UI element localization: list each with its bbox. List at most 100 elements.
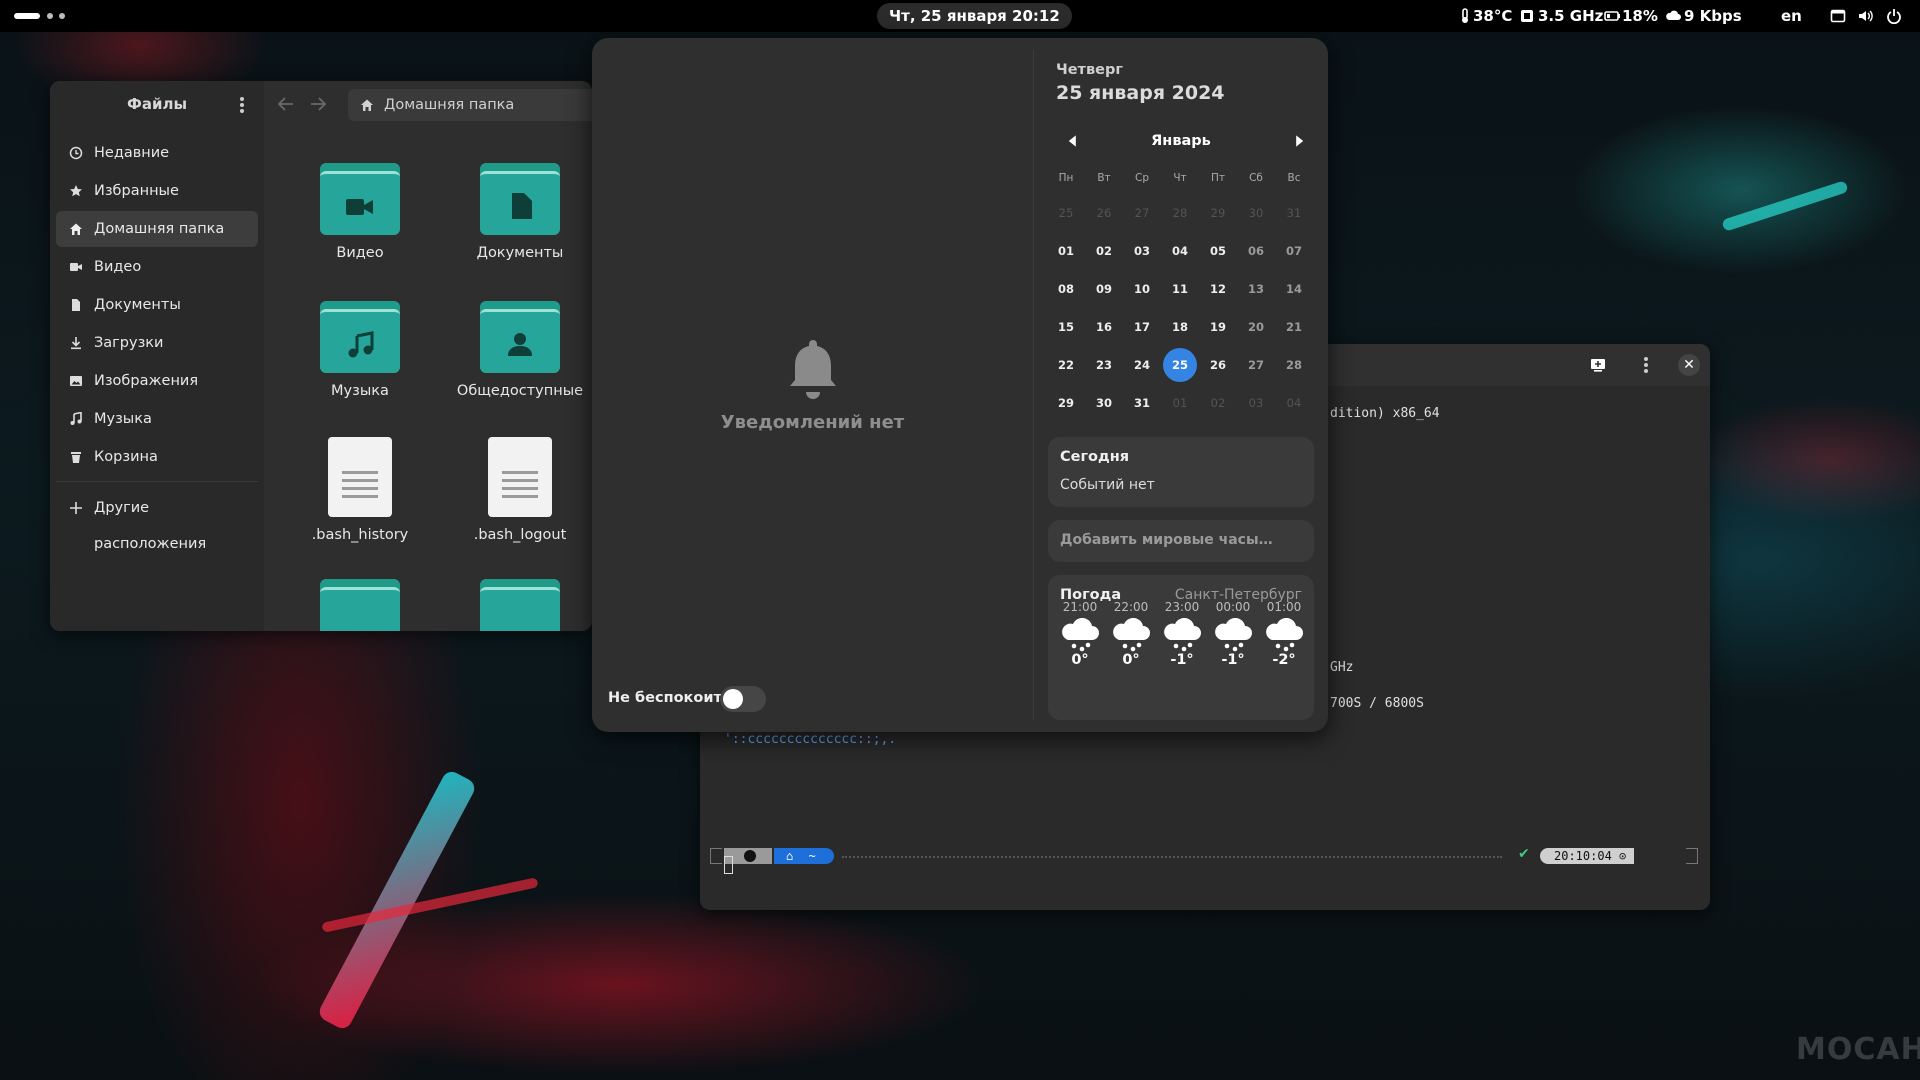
world-clocks-button[interactable]: Добавить мировые часы… — [1048, 520, 1314, 562]
file-item[interactable]: .bash_history — [290, 437, 430, 543]
calendar-day[interactable]: 22 — [1049, 348, 1083, 382]
calendar-day[interactable]: 29 — [1049, 386, 1083, 420]
calendar-day[interactable]: 14 — [1277, 272, 1311, 306]
volume-icon[interactable] — [1857, 8, 1873, 24]
calendar-day[interactable]: 30 — [1239, 196, 1273, 230]
back-icon[interactable] — [278, 97, 294, 111]
workspace-indicator-active[interactable] — [14, 13, 40, 19]
calendar-day[interactable]: 19 — [1201, 310, 1235, 344]
sidebar-item-home[interactable]: Домашняя папка — [56, 211, 258, 247]
calendar-day[interactable]: 28 — [1163, 196, 1197, 230]
calendar-day[interactable]: 16 — [1087, 310, 1121, 344]
calendar-day[interactable]: 08 — [1049, 272, 1083, 306]
calendar-weekday[interactable]: Четверг — [1056, 62, 1123, 78]
folder-item[interactable]: Документы — [450, 163, 590, 261]
sidebar-item-video[interactable]: Видео — [56, 249, 258, 285]
path-bar[interactable]: Домашняя папка — [348, 89, 592, 121]
text-file-icon — [328, 437, 392, 517]
download-icon — [71, 337, 81, 350]
calendar-day[interactable]: 03 — [1125, 234, 1159, 268]
new-tab-icon[interactable] — [1590, 358, 1606, 372]
workspace-indicator[interactable] — [47, 13, 53, 19]
power-icon[interactable] — [1886, 8, 1902, 24]
sidebar-item-starred[interactable]: Избранные — [56, 173, 258, 209]
calendar-day[interactable]: 28 — [1277, 348, 1311, 382]
sidebar-item-music[interactable]: Музыка — [56, 401, 258, 437]
calendar-full-date[interactable]: 25 января 2024 — [1056, 82, 1225, 104]
folder-item[interactable] — [290, 579, 430, 631]
dnd-toggle[interactable] — [720, 686, 766, 712]
calendar-month: Январь — [1151, 133, 1211, 149]
calendar-day[interactable]: 05 — [1201, 234, 1235, 268]
keyboard-layout-indicator[interactable]: en — [1781, 0, 1802, 32]
sidebar-item-recent[interactable]: Недавние — [56, 135, 258, 171]
dnd-label: Не беспокоить — [608, 690, 732, 706]
calendar-day[interactable]: 13 — [1239, 272, 1273, 306]
cpu-frequency-indicator[interactable]: 3.5 GHz — [1538, 0, 1603, 32]
screen-icon[interactable] — [1830, 8, 1846, 24]
thermometer-icon — [1462, 8, 1468, 23]
calendar-day[interactable]: 31 — [1277, 196, 1311, 230]
calendar-day[interactable]: 01 — [1163, 386, 1197, 420]
calendar-day[interactable]: 25 — [1163, 348, 1197, 382]
sidebar-item-other-locations[interactable]: Другие расположения — [56, 490, 258, 552]
calendar-day[interactable]: 30 — [1087, 386, 1121, 420]
calendar-day[interactable]: 15 — [1049, 310, 1083, 344]
events-empty: Событий нет — [1060, 477, 1155, 493]
sidebar-item-label: Корзина — [94, 449, 158, 465]
forward-icon[interactable] — [310, 97, 326, 111]
trash-icon — [71, 452, 81, 463]
calendar-day[interactable]: 27 — [1125, 196, 1159, 230]
calendar-day[interactable]: 10 — [1125, 272, 1159, 306]
calendar-day[interactable]: 02 — [1201, 386, 1235, 420]
calendar-day[interactable]: 02 — [1087, 234, 1121, 268]
sidebar-item-trash[interactable]: Корзина — [56, 439, 258, 475]
network-speed-indicator[interactable]: 9 Kbps — [1684, 0, 1742, 32]
sidebar-item-label: Домашняя папка — [94, 221, 225, 237]
calendar-day[interactable]: 04 — [1163, 234, 1197, 268]
events-card[interactable]: Сегодня Событий нет — [1048, 437, 1314, 507]
calendar-day[interactable]: 17 — [1125, 310, 1159, 344]
battery-indicator[interactable]: 18% — [1622, 0, 1658, 32]
calendar-day[interactable]: 12 — [1201, 272, 1235, 306]
calendar-day[interactable]: 26 — [1201, 348, 1235, 382]
temperature-indicator[interactable]: 38°C — [1473, 0, 1512, 32]
terminal-menu-icon[interactable] — [1644, 357, 1648, 373]
calendar-day[interactable]: 29 — [1201, 196, 1235, 230]
folder-item[interactable]: Общедоступные — [450, 301, 590, 399]
files-window: Файлы Недавние Избранные Домашняя папка … — [50, 81, 592, 631]
calendar-day[interactable]: 01 — [1049, 234, 1083, 268]
star-icon — [70, 185, 82, 197]
calendar-day[interactable]: 03 — [1239, 386, 1273, 420]
calendar-day[interactable]: 06 — [1239, 234, 1273, 268]
calendar-day[interactable]: 27 — [1239, 348, 1273, 382]
calendar-day[interactable]: 23 — [1087, 348, 1121, 382]
close-icon[interactable]: ✕ — [1678, 354, 1700, 376]
calendar-day[interactable]: 25 — [1049, 196, 1083, 230]
workspace-indicator[interactable] — [59, 13, 65, 19]
folder-item[interactable]: Музыка — [290, 301, 430, 399]
menu-icon[interactable] — [240, 97, 244, 113]
clock-button[interactable]: Чт, 25 января 20:12 — [877, 3, 1072, 29]
calendar-day[interactable]: 20 — [1239, 310, 1273, 344]
calendar-day[interactable]: 07 — [1277, 234, 1311, 268]
calendar-day[interactable]: 09 — [1087, 272, 1121, 306]
next-month-icon[interactable] — [1292, 134, 1306, 148]
cloud-snow-icon — [1266, 618, 1303, 652]
calendar-day[interactable]: 21 — [1277, 310, 1311, 344]
file-item[interactable]: .bash_logout — [450, 437, 590, 543]
calendar-day[interactable]: 04 — [1277, 386, 1311, 420]
calendar-day[interactable]: 18 — [1163, 310, 1197, 344]
calendar-day[interactable]: 26 — [1087, 196, 1121, 230]
folder-item[interactable] — [450, 579, 590, 631]
sidebar-item-documents[interactable]: Документы — [56, 287, 258, 323]
sidebar-item-images[interactable]: Изображения — [56, 363, 258, 399]
calendar-day[interactable]: 31 — [1125, 386, 1159, 420]
calendar-day[interactable]: 11 — [1163, 272, 1197, 306]
files-app-title: Файлы — [126, 95, 188, 113]
folder-item[interactable]: Видео — [290, 163, 430, 261]
sidebar-item-label: Изображения — [94, 373, 199, 389]
path-label: Домашняя папка — [384, 97, 515, 113]
calendar-day[interactable]: 24 — [1125, 348, 1159, 382]
sidebar-item-downloads[interactable]: Загрузки — [56, 325, 258, 361]
